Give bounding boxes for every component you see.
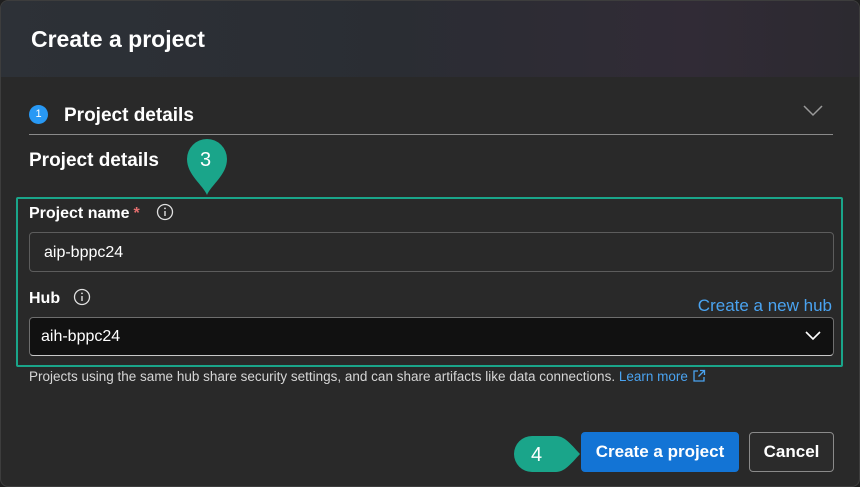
project-name-input[interactable]: aip-bppc24 (29, 232, 834, 272)
helper-text: Projects using the same hub share securi… (29, 369, 616, 384)
project-name-label-text: Project name (29, 205, 130, 222)
learn-more-link[interactable]: Learn more (619, 369, 706, 384)
external-link-icon (693, 369, 706, 382)
step-number-badge: 1 (29, 105, 48, 124)
hub-select[interactable]: aih-bppc24 (29, 317, 834, 356)
learn-more-label: Learn more (618, 369, 688, 384)
create-project-button[interactable]: Create a project (581, 432, 739, 472)
info-icon[interactable] (73, 288, 91, 306)
hub-helper-text: Projects using the same hub share securi… (29, 369, 706, 384)
step-project-details[interactable]: 1 Project details (29, 99, 833, 135)
callout-number: 3 (200, 149, 212, 171)
dialog-header: Create a project (1, 1, 859, 77)
cancel-button[interactable]: Cancel (749, 432, 834, 472)
section-title: Project details (29, 150, 159, 171)
required-marker: * (133, 205, 140, 222)
hub-selected-value: aih-bppc24 (41, 328, 121, 345)
project-name-label: Project name * (29, 205, 140, 223)
chevron-down-icon (805, 331, 821, 341)
callout-marker (514, 436, 580, 472)
step-label: Project details (64, 105, 194, 126)
hub-label: Hub (29, 290, 61, 307)
info-icon[interactable] (156, 203, 174, 221)
callout-number: 4 (531, 444, 543, 466)
dialog-title: Create a project (31, 26, 205, 52)
create-project-dialog: Create a project 1 Project details Proje… (0, 0, 860, 487)
chevron-down-icon[interactable] (803, 103, 823, 119)
create-new-hub-link[interactable]: Create a new hub (698, 296, 832, 316)
